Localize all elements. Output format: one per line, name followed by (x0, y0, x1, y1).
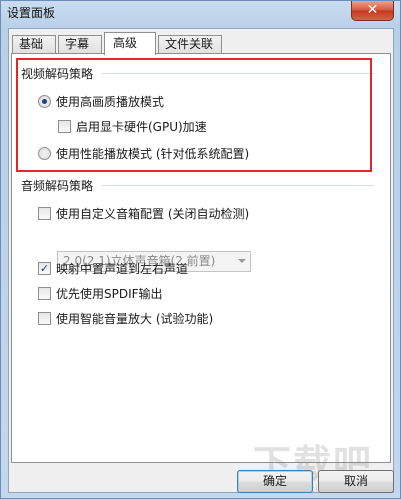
audio-group-title: 音频解码策略 (21, 177, 98, 194)
tab-advanced[interactable]: 高级 (104, 32, 156, 55)
gpu-acceleration-checkbox[interactable] (58, 120, 71, 133)
tab-file-association[interactable]: 文件关联 (158, 35, 222, 54)
close-button[interactable]: ✕ (351, 1, 394, 21)
gpu-acceleration-label: 启用显卡硬件(GPU)加速 (76, 120, 207, 134)
window-title: 设置面板 (7, 6, 56, 20)
gpu-acceleration-option[interactable]: 启用显卡硬件(GPU)加速 (58, 118, 207, 135)
video-group-title: 视频解码策略 (21, 65, 98, 82)
tab-basic[interactable]: 基础 (12, 35, 56, 54)
custom-speaker-label: 使用自定义音箱配置 (关闭自动检测) (56, 207, 250, 221)
high-quality-radio[interactable] (38, 95, 51, 108)
audio-group-divider (102, 185, 374, 186)
custom-speaker-checkbox[interactable] (38, 207, 51, 220)
performance-radio[interactable] (38, 147, 51, 160)
advanced-panel: 视频解码策略 使用高画质播放模式 启用显卡硬件(GPU)加速 使用性能播放模式 … (11, 53, 391, 463)
high-quality-label: 使用高画质播放模式 (56, 95, 165, 109)
spdif-option[interactable]: 优先使用SPDIF输出 (38, 285, 163, 302)
tab-subtitles[interactable]: 字幕 (58, 35, 102, 54)
chevron-down-icon (238, 259, 246, 263)
high-quality-mode-option[interactable]: 使用高画质播放模式 (38, 93, 164, 110)
smart-volume-label: 使用智能音量放大 (试验功能) (56, 312, 214, 326)
map-center-checkbox[interactable]: ✓ (38, 262, 51, 275)
smart-volume-option[interactable]: 使用智能音量放大 (试验功能) (38, 310, 213, 327)
map-center-label: 映射中置声道到左右声道 (56, 262, 189, 276)
custom-speaker-option[interactable]: 使用自定义音箱配置 (关闭自动检测) (38, 205, 249, 222)
tab-strip: 基础 字幕 高级 文件关联 (9, 32, 393, 55)
spdif-checkbox[interactable] (38, 287, 51, 300)
spdif-label: 优先使用SPDIF输出 (56, 287, 163, 301)
title-bar[interactable]: 设置面板 ✕ (1, 1, 400, 27)
ok-button[interactable]: 确定 (237, 470, 313, 493)
cancel-button[interactable]: 取消 (318, 470, 394, 493)
dialog-body: 基础 字幕 高级 文件关联 视频解码策略 使用高画质播放模式 启用显卡硬件(GP… (8, 28, 394, 495)
map-center-option[interactable]: ✓ 映射中置声道到左右声道 (38, 260, 188, 277)
video-group-divider (102, 73, 374, 74)
settings-window: 设置面板 ✕ 基础 字幕 高级 文件关联 视频解码策略 使用高画质播放模式 启用… (0, 0, 401, 499)
smart-volume-checkbox[interactable] (38, 312, 51, 325)
performance-mode-option[interactable]: 使用性能播放模式 (针对低系统配置) (38, 145, 249, 162)
performance-label: 使用性能播放模式 (针对低系统配置) (56, 147, 250, 161)
